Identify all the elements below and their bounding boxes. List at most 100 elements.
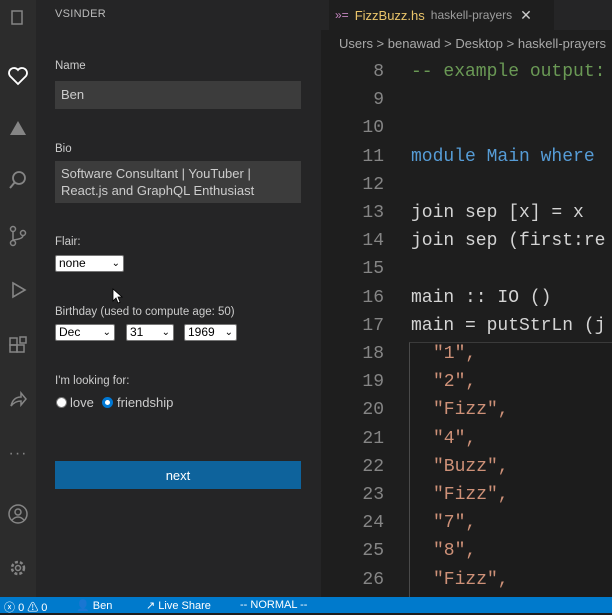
line-number: 8	[373, 62, 384, 82]
chevron-down-icon: ⌄	[161, 327, 170, 338]
name-label: Name	[55, 60, 86, 72]
line-number: 14	[362, 231, 384, 252]
code-text: "2",	[433, 372, 477, 393]
code-text: join sep [x] = x	[411, 203, 584, 223]
code-line[interactable]: 11 module Main where	[321, 147, 612, 175]
flair-value: none	[59, 256, 86, 270]
code-line[interactable]: 9	[321, 90, 612, 118]
mouse-cursor-icon	[112, 288, 124, 304]
line-number: 21	[362, 428, 384, 449]
code-line[interactable]: 24 "7",	[321, 513, 612, 541]
code-line[interactable]: 14 join sep (first:re	[321, 231, 612, 259]
next-button[interactable]: next	[55, 461, 301, 489]
close-icon[interactable]: ✕	[520, 7, 532, 24]
code-line[interactable]: 20 "Fizz",	[321, 400, 612, 428]
line-number: 13	[362, 203, 384, 223]
line-number: 25	[362, 541, 384, 562]
code-line[interactable]: 16 main :: IO ()	[321, 288, 612, 316]
code-text: main :: IO ()	[411, 287, 552, 308]
person-icon: 👤	[76, 600, 90, 612]
breadcrumb[interactable]: Users > benawad > Desktop > haskell-pray…	[339, 36, 606, 51]
line-number: 18	[362, 344, 384, 364]
love-label: love	[70, 395, 94, 410]
source-control-icon[interactable]	[0, 218, 36, 254]
code-text: "7",	[433, 513, 477, 534]
line-number: 24	[362, 513, 384, 534]
line-number: 26	[362, 569, 384, 590]
line-number: 17	[362, 315, 384, 336]
line-number: 10	[362, 118, 384, 139]
code-line[interactable]: 12	[321, 175, 612, 203]
more-icon[interactable]: ···	[0, 436, 36, 472]
code-line[interactable]: 15	[321, 259, 612, 287]
chevron-down-icon: ⌄	[102, 327, 111, 338]
haskell-file-icon: »=	[335, 8, 349, 22]
heart-icon[interactable]	[0, 58, 36, 94]
code-line[interactable]: 18 "1",	[321, 344, 612, 372]
account-icon[interactable]	[0, 496, 36, 532]
code-line[interactable]: 26 "Fizz",	[321, 570, 612, 597]
line-number: 15	[362, 259, 384, 280]
code-line[interactable]: 8 -- example output:	[321, 62, 612, 90]
live-share-icon[interactable]	[0, 382, 36, 418]
code-text: join sep (first:re	[411, 231, 606, 252]
chevron-down-icon: ⌄	[111, 258, 120, 269]
line-number: 23	[362, 485, 384, 505]
birthday-label: Birthday (used to compute age: 50)	[55, 306, 235, 318]
line-number: 20	[362, 400, 384, 421]
code-text: "Buzz",	[433, 456, 509, 477]
chevron-down-icon: ⌄	[224, 327, 233, 338]
code-line[interactable]: 21 "4",	[321, 429, 612, 457]
search-icon[interactable]	[0, 162, 36, 198]
birthday-year-select[interactable]: 1969 ⌄	[184, 324, 237, 341]
status-bar: ⓧ 0 ⚠ 0 👤 Ben ↗ Live Share -- NORMAL --	[0, 597, 612, 614]
run-debug-icon[interactable]	[0, 272, 36, 308]
friendship-label: friendship	[117, 395, 174, 410]
flair-label: Flair:	[55, 236, 81, 248]
code-line[interactable]: 22 "Buzz",	[321, 457, 612, 485]
code-text: main = putStrLn (j	[411, 315, 606, 336]
code-line[interactable]: 23 "Fizz",	[321, 485, 612, 513]
line-number: 16	[362, 287, 384, 308]
code-line[interactable]: 10	[321, 118, 612, 146]
user-indicator[interactable]: 👤 Ben	[76, 599, 112, 612]
code-line[interactable]: 25 "8",	[321, 541, 612, 569]
code-text: "Fizz",	[433, 485, 509, 505]
birthday-day-value: 31	[130, 325, 144, 339]
bio-textarea[interactable]: Software Consultant | YouTuber | React.j…	[55, 161, 301, 203]
line-number: 9	[373, 90, 384, 111]
editor-area: »= FizzBuzz.hs haskell-prayers ✕ Users >…	[321, 0, 612, 597]
code-line[interactable]: 13 join sep [x] = x	[321, 203, 612, 231]
birthday-year-value: 1969	[188, 325, 215, 339]
live-share-status[interactable]: ↗ Live Share	[146, 599, 211, 612]
love-radio[interactable]	[56, 397, 67, 408]
flair-select[interactable]: none ⌄	[55, 255, 124, 272]
tab-fizzbuzz[interactable]: »= FizzBuzz.hs haskell-prayers ✕	[329, 0, 554, 30]
activity-bar: ···	[0, 0, 36, 597]
birthday-month-select[interactable]: Dec ⌄	[55, 324, 115, 341]
code-text: module Main where	[411, 146, 595, 167]
extensions-icon[interactable]	[0, 328, 36, 364]
looking-for-label: I'm looking for:	[55, 375, 130, 387]
code-text: "Fizz",	[433, 569, 509, 590]
error-icon: ⓧ	[4, 602, 15, 614]
azure-icon[interactable]	[0, 110, 36, 146]
tab-name: FizzBuzz.hs	[354, 7, 425, 23]
files-icon[interactable]	[0, 0, 36, 36]
code-text: "1",	[433, 344, 477, 364]
line-number: 22	[362, 456, 384, 477]
code-line[interactable]: 19 "2",	[321, 372, 612, 400]
birthday-day-select[interactable]: 31 ⌄	[126, 324, 174, 341]
code-line[interactable]: 17 main = putStrLn (j	[321, 316, 612, 344]
tab-bar: »= FizzBuzz.hs haskell-prayers ✕	[321, 0, 612, 30]
live-share-icon: ↗	[146, 600, 156, 612]
tab-description: haskell-prayers	[430, 8, 513, 22]
code-text: "4",	[433, 428, 477, 449]
line-number: 12	[362, 174, 384, 195]
sidebar-title: VSINDER	[55, 8, 106, 20]
friendship-radio[interactable]	[102, 397, 113, 408]
code-text: "8",	[433, 541, 477, 562]
vim-mode: -- NORMAL --	[240, 599, 308, 611]
gear-icon[interactable]	[0, 550, 36, 586]
name-input[interactable]: Ben	[55, 81, 301, 109]
